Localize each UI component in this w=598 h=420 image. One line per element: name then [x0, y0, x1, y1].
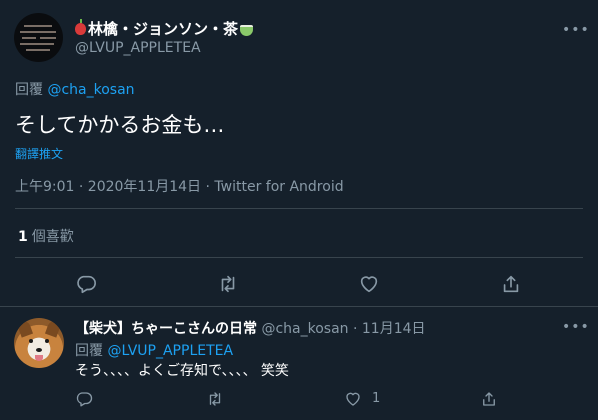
- replying-to-label: 回覆: [15, 82, 43, 98]
- matcha-tea-emoji-icon: [240, 24, 254, 36]
- reply-like-button[interactable]: [344, 390, 362, 408]
- reply-share-button[interactable]: [480, 390, 498, 408]
- tweet-text: そしてかかるお金も…: [15, 113, 225, 137]
- tweet-timestamp[interactable]: 上午9:01 · 2020年11月14日 · Twitter for Andro…: [15, 176, 344, 196]
- share-icon: [503, 275, 519, 293]
- reply-retweet-button[interactable]: [206, 390, 224, 408]
- reply-avatar[interactable]: [14, 318, 64, 368]
- apple-emoji-icon: [75, 19, 86, 35]
- retweet-icon: [221, 275, 235, 293]
- reply-display-name[interactable]: 【柴犬】ちゃーこさんの日常: [75, 321, 257, 337]
- like-button[interactable]: [358, 273, 380, 295]
- avatar[interactable]: [14, 13, 63, 62]
- reply-button[interactable]: [75, 273, 97, 295]
- reply-replying-to-label: 回覆: [75, 343, 103, 359]
- reply-handle[interactable]: @cha_kosan: [261, 321, 348, 337]
- like-icon: [360, 276, 378, 293]
- share-button[interactable]: [500, 273, 522, 295]
- user-handle[interactable]: @LVUP_APPLETEA: [75, 40, 201, 56]
- reply-date[interactable]: 11月14日: [362, 321, 426, 337]
- more-options-icon[interactable]: •••: [562, 22, 590, 38]
- divider: [0, 306, 598, 307]
- like-icon: [346, 392, 360, 406]
- display-name[interactable]: 林檎・ジョンソン・茶: [75, 18, 254, 38]
- reply-text: そう、、、、よくご存知で、、、、 笑笑: [75, 363, 289, 379]
- translate-tweet-link[interactable]: 翻譯推文: [15, 145, 63, 162]
- reply-reply-button[interactable]: [75, 390, 93, 408]
- reply-header: 【柴犬】ちゃーこさんの日常 @cha_kosan · 11月14日: [75, 318, 426, 338]
- tweet-thread: 林檎・ジョンソン・茶 @LVUP_APPLETEA ••• 回覆 @cha_ko…: [0, 0, 598, 420]
- display-name-text: 林檎・ジョンソン・茶: [88, 19, 239, 38]
- divider: [15, 208, 583, 209]
- likes-count-link[interactable]: 1 個喜歡: [18, 226, 74, 246]
- reply-icon: [76, 392, 93, 407]
- likes-count: 1: [18, 229, 28, 245]
- retweet-button[interactable]: [217, 273, 239, 295]
- divider: [15, 257, 583, 258]
- reply-more-options-icon[interactable]: •••: [562, 319, 590, 335]
- reply-like-count: 1: [372, 391, 381, 406]
- reply-replying-to-handle-link[interactable]: @LVUP_APPLETEA: [107, 343, 233, 359]
- reply-separator: ·: [352, 321, 358, 337]
- retweet-icon: [209, 392, 221, 406]
- reply-icon: [77, 275, 96, 294]
- likes-label: 個喜歡: [31, 229, 74, 245]
- share-icon: [483, 392, 495, 406]
- reply-replying-to: 回覆 @LVUP_APPLETEA: [75, 340, 233, 360]
- replying-to-handle-link[interactable]: @cha_kosan: [47, 82, 134, 98]
- replying-to: 回覆 @cha_kosan: [15, 79, 135, 99]
